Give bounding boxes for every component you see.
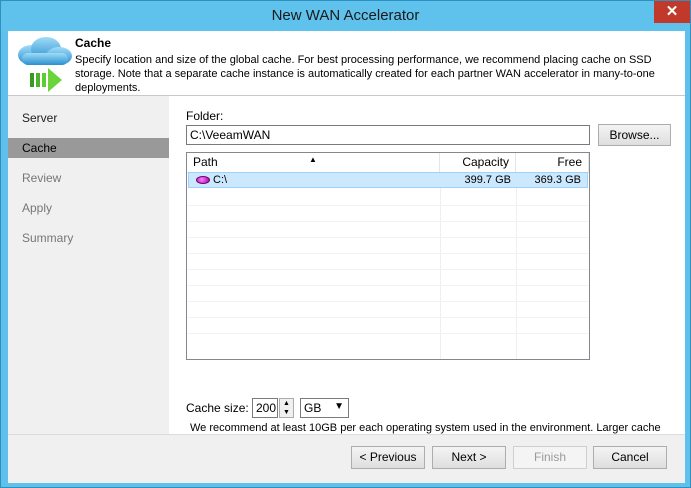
volume-grid: Path ▲ Capacity Free C:\ 399.7 GB 369.3 … (186, 152, 590, 360)
title-bar: New WAN Accelerator ✕ (1, 1, 690, 31)
window-title: New WAN Accelerator (271, 7, 420, 24)
finish-button: Finish (513, 446, 587, 469)
wizard-footer: < Previous Next > Finish Cancel (8, 434, 685, 483)
grid-rule (187, 205, 589, 206)
row-free: 369.3 GB (534, 174, 581, 186)
grid-divider (516, 172, 517, 359)
close-button[interactable]: ✕ (654, 1, 690, 23)
cache-size-label: Cache size: (186, 401, 249, 415)
step-review: Review (22, 171, 62, 185)
cache-size-input[interactable]: 200 (252, 398, 278, 418)
chevron-down-icon: ▼ (334, 401, 344, 412)
cache-unit-value: GB (304, 401, 322, 415)
wizard-steps: Server Cache Review Apply Summary (8, 96, 169, 434)
step-summary: Summary (22, 231, 74, 245)
grid-rule (187, 333, 589, 334)
step-apply: Apply (22, 201, 53, 215)
cache-size-stepper[interactable]: ▲ ▼ (279, 398, 294, 418)
table-row[interactable]: C:\ 399.7 GB 369.3 GB (188, 172, 588, 188)
row-path: C:\ (213, 174, 228, 186)
close-icon: ✕ (665, 3, 679, 20)
grid-rule (187, 253, 589, 254)
step-header: Cache Specify location and size of the g… (8, 31, 685, 96)
grid-divider (440, 172, 441, 359)
grid-rule (187, 269, 589, 270)
grid-header: Path ▲ Capacity Free (187, 153, 589, 173)
column-free[interactable]: Free (516, 153, 589, 172)
step-description: Specify location and size of the global … (75, 54, 655, 94)
cancel-button[interactable]: Cancel (593, 446, 667, 469)
grid-rule (187, 237, 589, 238)
browse-button[interactable]: Browse... (598, 124, 671, 146)
grid-rule (187, 221, 589, 222)
step-title: Cache (75, 36, 112, 50)
wizard-window: New WAN Accelerator ✕ Cache Specify loca… (0, 0, 691, 488)
grid-rule (187, 285, 589, 286)
step-server[interactable]: Server (8, 108, 169, 128)
spin-down-icon[interactable]: ▼ (280, 408, 293, 417)
wizard-client: Cache Specify location and size of the g… (8, 31, 685, 483)
next-button[interactable]: Next > (432, 446, 506, 469)
cloud-arrow-icon (18, 37, 72, 92)
step-cache[interactable]: Cache (8, 138, 169, 158)
folder-label: Folder: (186, 109, 224, 123)
cache-unit-select[interactable]: GB ▼ (300, 398, 349, 418)
folder-field[interactable]: C:\VeeamWAN (186, 125, 590, 145)
previous-button[interactable]: < Previous (351, 446, 425, 469)
column-capacity[interactable]: Capacity (440, 153, 516, 172)
grid-rule (187, 301, 589, 302)
row-capacity: 399.7 GB (464, 174, 511, 186)
grid-rule (187, 317, 589, 318)
step-content: Folder: C:\VeeamWAN Browse... Path ▲ Cap… (169, 96, 685, 447)
sort-asc-icon: ▲ (309, 155, 317, 164)
spin-up-icon[interactable]: ▲ (280, 399, 293, 408)
